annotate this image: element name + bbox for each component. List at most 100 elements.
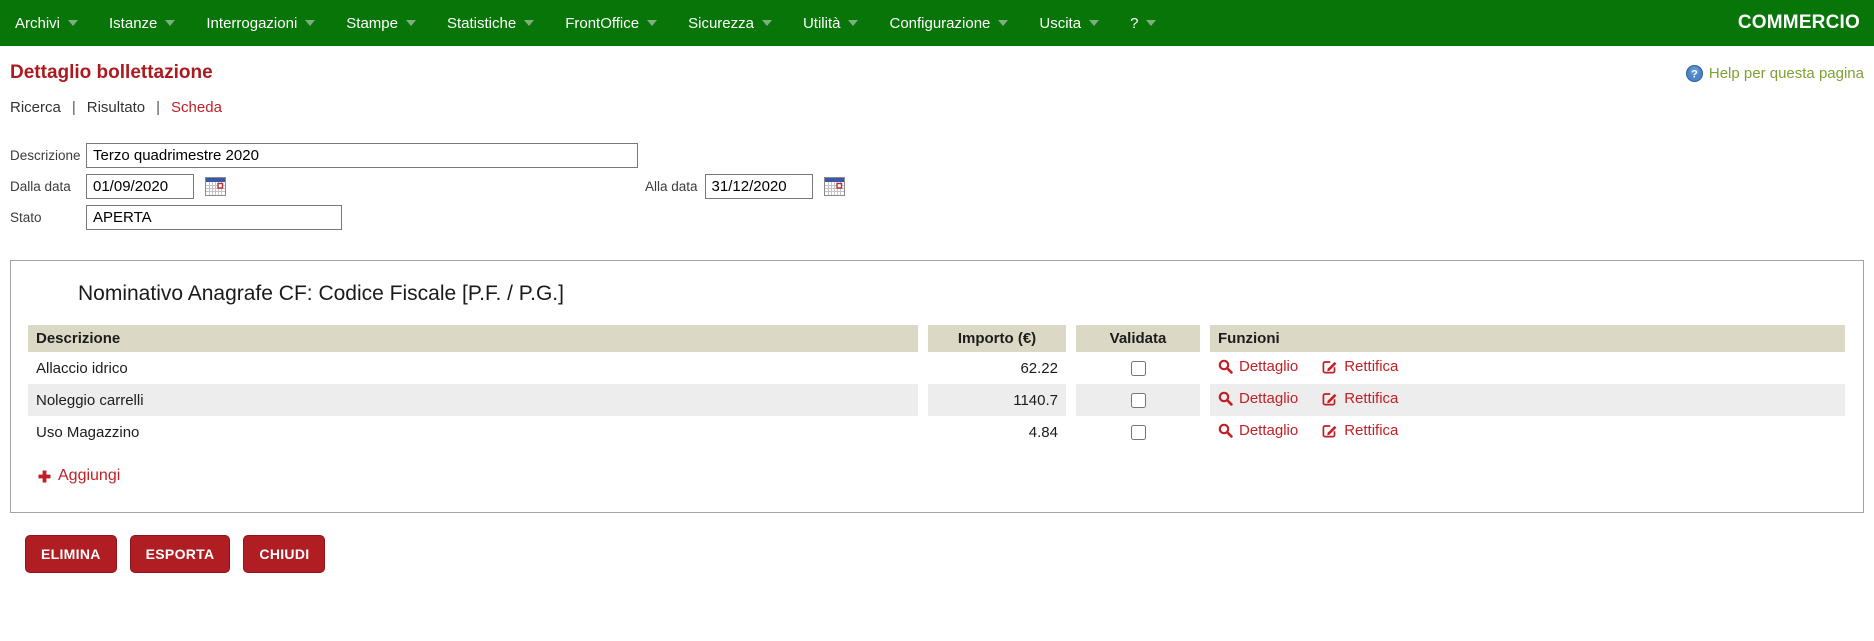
table-body: Allaccio idrico 62.22 Dettaglio Rettifica…: [28, 352, 1845, 448]
titlebar: Dettaglio bollettazione ? Help per quest…: [10, 62, 1864, 84]
main-menu: Archivi Istanze Interrogazioni Stampe Statis…: [15, 15, 1187, 32]
breadcrumb-item-scheda[interactable]: Scheda: [171, 99, 222, 116]
breadcrumb-item-risultato[interactable]: Risultato: [87, 99, 145, 116]
menu-item-utilita[interactable]: Utilità: [803, 15, 859, 32]
aggiungi-link[interactable]: Aggiungi: [38, 467, 120, 485]
question-circle-icon: ?: [1685, 64, 1703, 82]
table-row: Allaccio idrico 62.22 Dettaglio Rettifica: [28, 352, 1845, 384]
chevron-down-icon: [305, 20, 316, 26]
bollette-table: Descrizione Importo (€) Validata Funzioni A…: [18, 325, 1855, 448]
cell-funzioni: Dettaglio Rettifica: [1210, 384, 1845, 416]
bollettazione-panel: Nominativo Anagrafe CF: Codice Fiscale […: [10, 260, 1864, 513]
edit-icon: [1322, 425, 1337, 438]
validata-checkbox[interactable]: [1130, 393, 1146, 409]
menu-item-label: Sicurezza: [688, 14, 754, 32]
dettaglio-link-label: Dettaglio: [1239, 422, 1299, 439]
menu-item-configurazione[interactable]: Configurazione: [889, 14, 1009, 32]
dettaglio-link[interactable]: Dettaglio: [1218, 358, 1298, 375]
column-header-2: Importo (€): [928, 325, 1066, 352]
stato-label: Stato: [10, 209, 42, 225]
column-header-4: Funzioni: [1210, 325, 1845, 352]
dates-row: Dalla data Alla data: [10, 173, 1864, 199]
table-row: Uso Magazzino 4.84 Dettaglio Rettifica: [28, 416, 1845, 448]
menu-item-uscita[interactable]: Uscita: [1039, 14, 1100, 32]
menu-item-interrogazioni[interactable]: Interrogazioni: [206, 14, 316, 32]
rettifica-link-label: Rettifica: [1344, 390, 1399, 407]
cell-descrizione: Uso Magazzino: [28, 416, 918, 448]
menu-item-archivi[interactable]: Archivi: [15, 15, 79, 32]
help-link[interactable]: ? Help per questa pagina: [1685, 64, 1864, 82]
dalla-data-input[interactable]: [86, 173, 194, 199]
chevron-down-icon: [761, 20, 772, 26]
menu-item-label: Uscita: [1039, 14, 1082, 32]
chevron-down-icon: [1089, 20, 1100, 26]
descrizione-label: Descrizione: [10, 147, 81, 163]
cell-importo: 4.84: [928, 416, 1066, 448]
search-icon: [1218, 423, 1233, 438]
aggiungi-label: Aggiungi: [58, 467, 121, 484]
rettifica-link[interactable]: Rettifica: [1322, 390, 1398, 407]
dettaglio-link-label: Dettaglio: [1239, 358, 1299, 375]
alla-data-group: Alla data: [645, 173, 845, 199]
stato-row: Stato: [10, 204, 1864, 230]
breadcrumb-separator: |: [71, 99, 76, 116]
rettifica-link-label: Rettifica: [1344, 358, 1399, 375]
esporta-button[interactable]: ESPORTA: [129, 534, 231, 573]
rettifica-link[interactable]: Rettifica: [1322, 358, 1398, 375]
alla-data-calendar-button[interactable]: [823, 176, 845, 196]
calendar-icon: [205, 176, 226, 196]
menu-item-label: Configurazione: [889, 14, 991, 32]
alla-data-input[interactable]: [704, 173, 813, 199]
validata-checkbox[interactable]: [1130, 425, 1146, 441]
breadcrumb: Ricerca | Risultato | Scheda: [10, 99, 1864, 116]
cell-importo: 1140.7: [928, 384, 1066, 416]
cell-validata: [1076, 384, 1200, 416]
table-row: Noleggio carrelli 1140.7 Dettaglio Rettif…: [28, 384, 1845, 416]
page-title: Dettaglio bollettazione: [10, 62, 213, 83]
svg-text:?: ?: [1691, 68, 1698, 80]
menu-item-istanze[interactable]: Istanze: [109, 14, 176, 32]
search-icon: [1218, 359, 1233, 374]
menu-item-label: Stampe: [346, 14, 398, 32]
cell-descrizione: Noleggio carrelli: [28, 384, 918, 416]
rettifica-link[interactable]: Rettifica: [1322, 422, 1398, 439]
stato-input[interactable]: [86, 204, 342, 230]
column-header-1: Descrizione: [28, 325, 918, 352]
calendar-icon: [823, 176, 845, 196]
menu-item-sicurezza[interactable]: Sicurezza: [688, 15, 772, 32]
menu-item-stampe[interactable]: Stampe: [346, 15, 416, 32]
filter-form: Descrizione Dalla data Alla data: [10, 142, 1864, 230]
menu-item-statistiche[interactable]: Statistiche: [446, 14, 535, 32]
dettaglio-link[interactable]: Dettaglio: [1218, 422, 1298, 439]
plus-icon-slot: [38, 470, 51, 483]
chevron-down-icon: [998, 20, 1009, 26]
menu-item-label: ?: [1130, 14, 1139, 32]
chiudi-button[interactable]: CHIUDI: [243, 534, 326, 573]
validata-checkbox[interactable]: [1130, 361, 1146, 377]
cell-funzioni: Dettaglio Rettifica: [1210, 352, 1845, 384]
panel-heading: Nominativo Anagrafe CF: Codice Fiscale […: [78, 282, 564, 305]
menu-item-label: Interrogazioni: [206, 14, 298, 32]
dettaglio-link[interactable]: Dettaglio: [1218, 390, 1298, 407]
column-header-3: Validata: [1076, 325, 1200, 352]
page-content: Dettaglio bollettazione ? Help per quest…: [0, 62, 1874, 573]
chevron-down-icon: [524, 20, 535, 26]
cell-validata: [1076, 416, 1200, 448]
bottom-actions: ELIMINA ESPORTA CHIUDI: [25, 534, 1864, 573]
menu-item-help[interactable]: ?: [1130, 14, 1157, 32]
descrizione-input[interactable]: [86, 142, 638, 168]
dettaglio-link-label: Dettaglio: [1239, 390, 1299, 407]
chevron-down-icon: [848, 20, 859, 26]
menu-item-frontoffice[interactable]: FrontOffice: [565, 15, 658, 32]
chevron-down-icon: [405, 20, 416, 26]
dalla-data-calendar-button[interactable]: [205, 176, 226, 196]
help-link-label: Help per questa pagina: [1708, 64, 1864, 82]
chevron-down-icon: [647, 20, 658, 26]
cell-funzioni: Dettaglio Rettifica: [1210, 416, 1845, 448]
menu-item-label: Istanze: [109, 14, 158, 32]
breadcrumb-item-ricerca[interactable]: Ricerca: [10, 99, 61, 116]
breadcrumb-separator: |: [156, 99, 161, 116]
chevron-down-icon: [68, 20, 79, 26]
menu-item-label: Statistiche: [446, 14, 517, 32]
elimina-button[interactable]: ELIMINA: [25, 534, 117, 573]
